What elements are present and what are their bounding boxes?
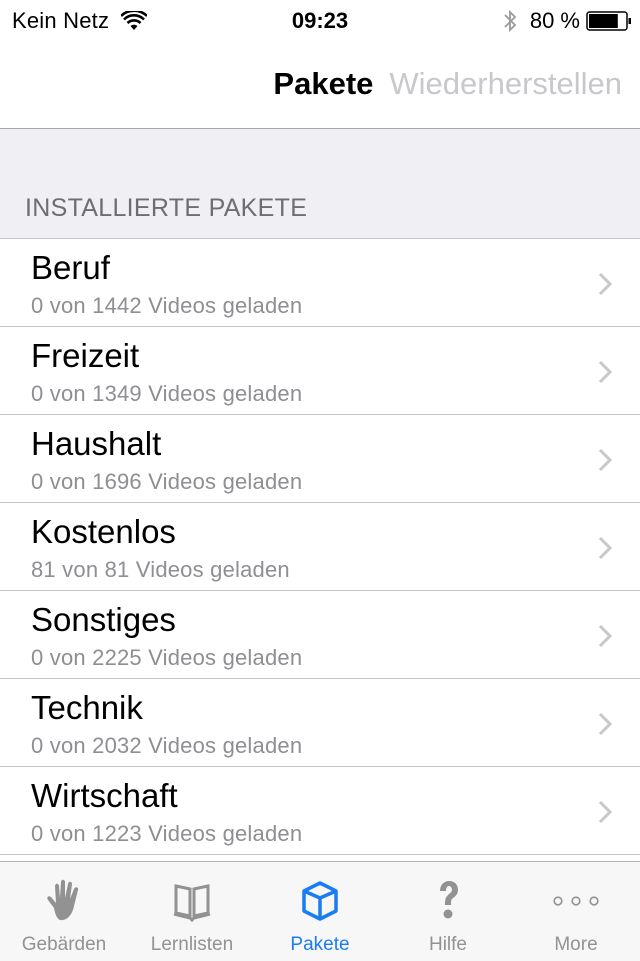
tab-label: Gebärden xyxy=(21,934,107,955)
item-subtitle: 81 von 81 Videos geladen xyxy=(31,557,290,582)
item-title: Wirtschaft xyxy=(31,777,178,814)
bluetooth-icon xyxy=(504,9,517,33)
item-subtitle: 0 von 2032 Videos geladen xyxy=(31,733,303,758)
battery-percent: 80 % xyxy=(529,8,580,33)
battery-icon xyxy=(586,11,631,31)
chevron-right-icon xyxy=(598,536,612,560)
list-item-sonstiges[interactable]: Sonstiges 0 von 2225 Videos geladen xyxy=(0,591,640,679)
list-item-kostenlos[interactable]: Kostenlos 81 von 81 Videos geladen xyxy=(0,503,640,591)
item-title: Technik xyxy=(31,689,143,726)
chevron-right-icon xyxy=(598,624,612,648)
list-item-haushalt[interactable]: Haushalt 0 von 1696 Videos geladen xyxy=(0,415,640,503)
list-item-technik[interactable]: Technik 0 von 2032 Videos geladen xyxy=(0,679,640,767)
status-bar: Kein Netz 09:23 80 % xyxy=(0,0,640,40)
item-subtitle: 0 von 1349 Videos geladen xyxy=(31,381,303,406)
item-subtitle: 0 von 1442 Videos geladen xyxy=(31,293,303,318)
chevron-right-icon xyxy=(598,272,612,296)
chevron-right-icon xyxy=(598,448,612,472)
item-title: Haushalt xyxy=(31,425,162,462)
tab-hilfe[interactable]: Hilfe xyxy=(384,862,512,961)
tab-label: More xyxy=(554,934,598,955)
tab-lernlisten[interactable]: Lernlisten xyxy=(128,862,256,961)
chevron-right-icon xyxy=(598,712,612,736)
tab-bar: Gebärden Lernlisten Pakete Hilfe More xyxy=(0,861,640,961)
segment-pakete[interactable]: Pakete xyxy=(273,66,373,102)
chevron-right-icon xyxy=(598,800,612,824)
item-title: Sonstiges xyxy=(31,601,176,638)
item-title: Beruf xyxy=(31,249,110,286)
status-right: 80 % xyxy=(502,8,632,34)
book-icon xyxy=(173,884,211,923)
cube-icon xyxy=(302,881,338,921)
navigation-bar: Pakete Wiederherstellen xyxy=(0,40,640,129)
chevron-right-icon xyxy=(598,360,612,384)
item-subtitle: 0 von 1696 Videos geladen xyxy=(31,469,303,494)
item-title: Freizeit xyxy=(31,337,140,374)
tab-label: Pakete xyxy=(290,934,350,955)
question-mark-icon xyxy=(440,881,458,919)
list-item-beruf[interactable]: Beruf 0 von 1442 Videos geladen xyxy=(0,239,640,327)
tab-gebaerden[interactable]: Gebärden xyxy=(0,862,128,961)
hand-icon xyxy=(47,879,79,921)
list-item-wirtschaft[interactable]: Wirtschaft 0 von 1223 Videos geladen xyxy=(0,767,640,855)
segment-wiederherstellen[interactable]: Wiederherstellen xyxy=(389,66,622,102)
segment-control: Pakete Wiederherstellen xyxy=(273,66,622,102)
tab-pakete[interactable]: Pakete xyxy=(256,862,384,961)
item-title: Kostenlos xyxy=(31,513,176,550)
list-item-freizeit[interactable]: Freizeit 0 von 1349 Videos geladen xyxy=(0,327,640,415)
section-header: INSTALLIERTE PAKETE xyxy=(25,194,308,222)
package-list: Beruf 0 von 1442 Videos geladen Freizeit… xyxy=(0,238,640,863)
item-subtitle: 0 von 2225 Videos geladen xyxy=(31,645,303,670)
tab-label: Lernlisten xyxy=(150,934,234,955)
tab-label: Hilfe xyxy=(428,934,467,955)
item-subtitle: 0 von 1223 Videos geladen xyxy=(31,821,303,846)
more-dots-icon xyxy=(553,896,599,906)
tab-more[interactable]: More xyxy=(512,862,640,961)
